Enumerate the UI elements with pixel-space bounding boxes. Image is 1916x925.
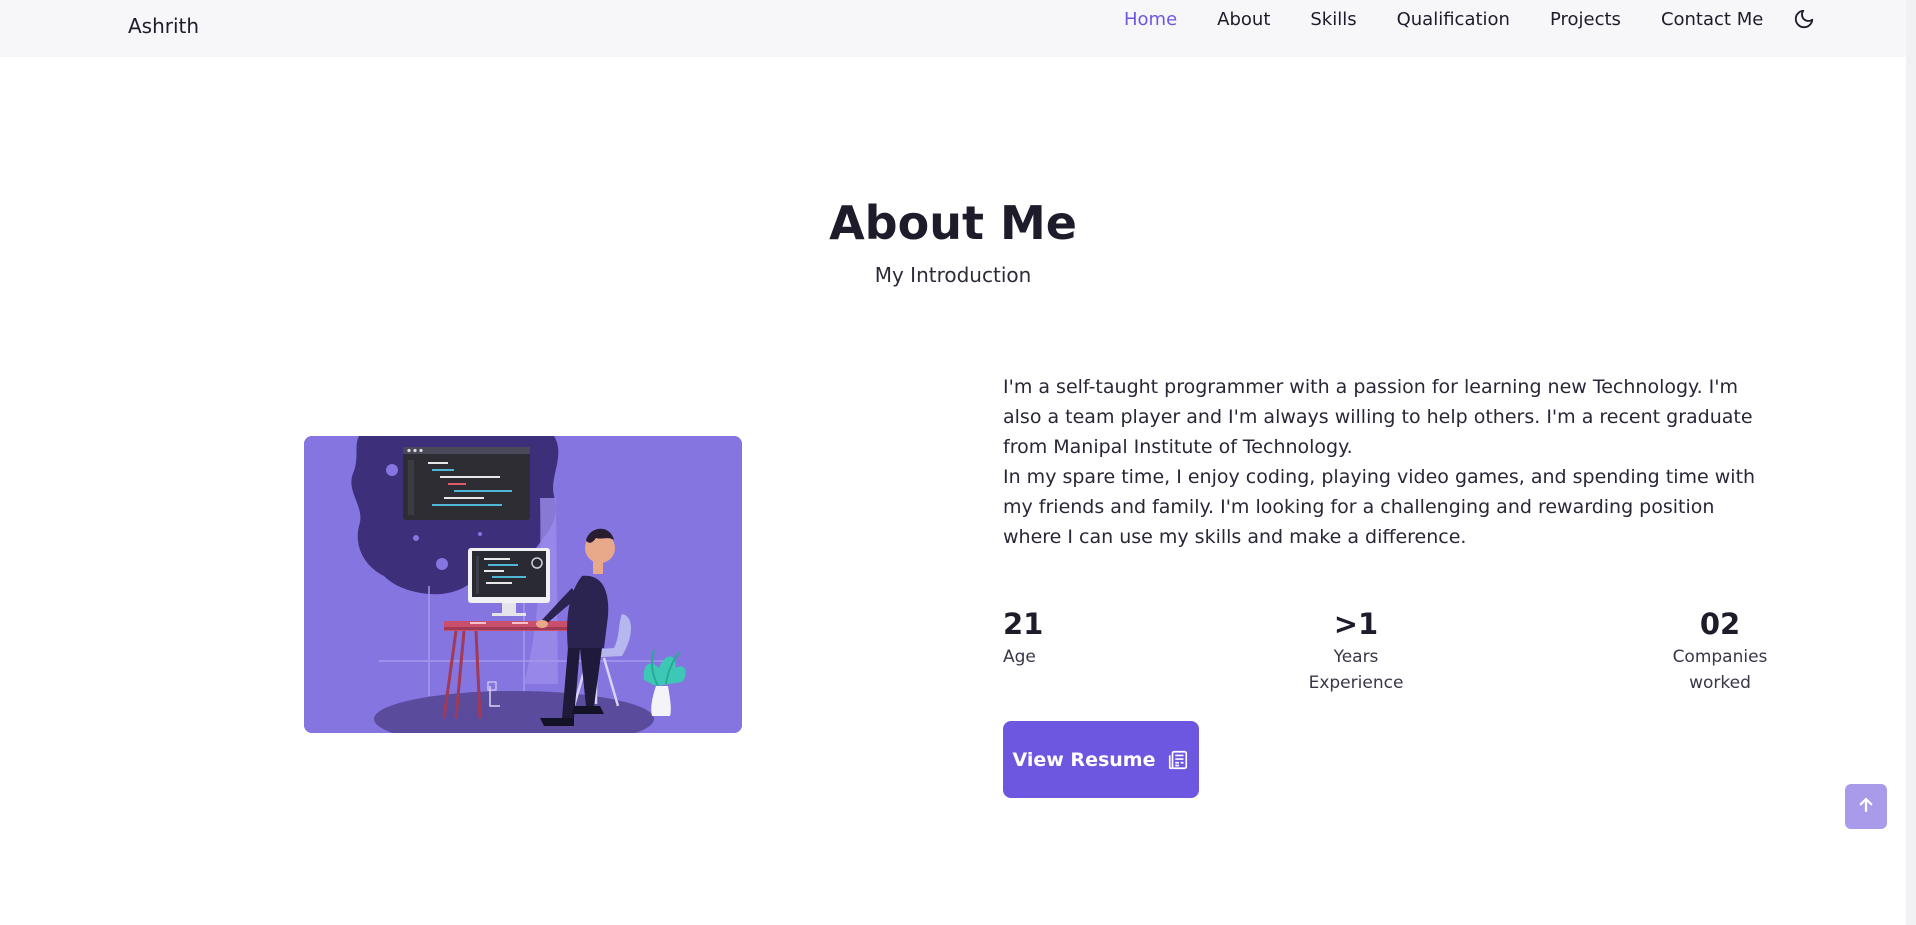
brand-logo[interactable]: Ashrith [128,14,199,38]
about-paragraph-2: In my spare time, I enjoy coding, playin… [1003,466,1756,548]
nav-link-about[interactable]: About [1217,9,1270,30]
stat-label: Companies [1672,647,1768,667]
stat-label: Age [1003,647,1036,667]
scroll-up-button[interactable] [1845,784,1887,829]
nav-link-contact[interactable]: Contact Me [1661,9,1763,30]
stat-number: >1 [1333,607,1379,641]
stat-label: worked [1689,673,1751,693]
view-resume-button[interactable]: View Resume [1003,721,1199,798]
about-illustration [304,436,742,733]
about-description: I'm a self-taught programmer with a pass… [1003,372,1773,552]
arrow-up-icon [1857,796,1875,818]
section-title: About Me [829,196,1077,250]
nav-link-qualification[interactable]: Qualification [1397,9,1510,30]
section-subtitle: My Introduction [874,263,1032,287]
stat-number: 21 [1003,607,1044,641]
document-icon [1167,749,1189,771]
stat-number: 02 [1699,607,1741,641]
stat-label: Years [1333,647,1379,667]
moon-icon[interactable] [1791,6,1817,32]
nav-menu: Home About Skills Qualification Projects… [1124,6,1817,32]
stat-experience: >1 Years Experience [1300,604,1412,696]
stat-label: Experience [1308,673,1404,693]
view-resume-label: View Resume [1012,748,1156,771]
stat-age: 21 Age [1003,604,1043,670]
nav-link-home[interactable]: Home [1124,9,1177,30]
navbar: Ashrith Home About Skills Qualification … [0,0,1906,57]
nav-link-skills[interactable]: Skills [1310,9,1356,30]
scrollbar[interactable] [1906,0,1916,925]
nav-link-projects[interactable]: Projects [1550,9,1621,30]
stat-companies: 02 Companies worked [1660,604,1780,696]
about-paragraph-1: I'm a self-taught programmer with a pass… [1003,376,1753,458]
